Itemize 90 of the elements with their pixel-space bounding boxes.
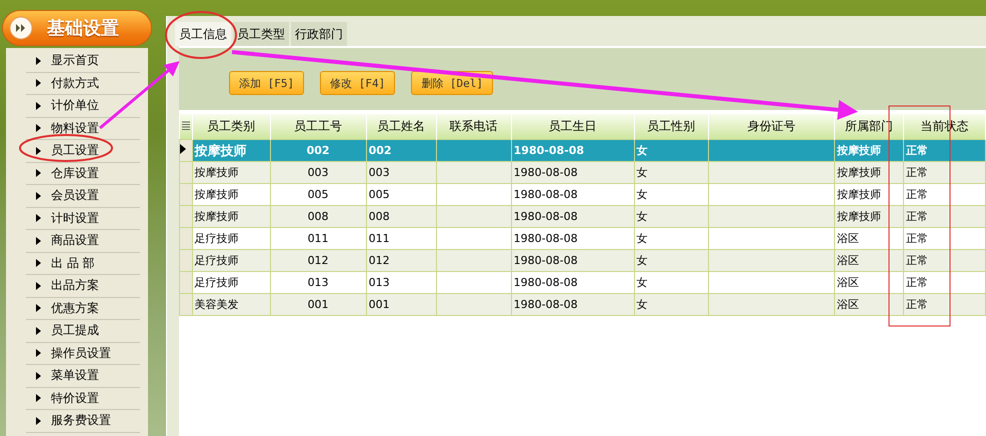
table-cell: 美容美发 xyxy=(192,294,270,316)
table-cell: 1980-08-08 xyxy=(511,206,634,228)
sidebar-item[interactable]: 特价设置 xyxy=(26,388,140,410)
table-cell: 002 xyxy=(270,140,366,162)
table-cell: 按摩技师 xyxy=(834,206,904,228)
table-cell: 浴区 xyxy=(834,294,904,316)
table-cell: 足疗技师 xyxy=(192,250,270,272)
bullet-icon xyxy=(36,169,41,178)
table-cell: 002 xyxy=(366,140,436,162)
table-cell: 001 xyxy=(366,294,436,316)
table-cell: 女 xyxy=(634,140,708,162)
bullet-icon xyxy=(36,372,41,380)
bullet-icon xyxy=(36,146,41,155)
bullet-icon xyxy=(36,79,41,88)
table-cell: 1980-08-08 xyxy=(511,162,634,184)
sidebar-item[interactable]: 会员设置 xyxy=(26,185,140,208)
toolbar-button[interactable]: 修改 [F4] xyxy=(320,71,396,95)
bullet-icon xyxy=(36,56,41,65)
bullet-icon xyxy=(36,349,41,358)
table-cell: 001 xyxy=(270,294,366,316)
table-cell: 1980-08-08 xyxy=(511,250,634,272)
sidebar-item[interactable]: 优惠方案 xyxy=(26,298,140,320)
bullet-icon xyxy=(36,124,41,132)
table-cell: 012 xyxy=(366,250,436,272)
column-header[interactable]: 员工生日 xyxy=(511,114,634,140)
bullet-icon xyxy=(36,394,41,402)
column-header[interactable]: 员工类别 xyxy=(192,114,270,140)
bullet-icon xyxy=(36,326,41,335)
table-cell: 012 xyxy=(270,250,366,272)
table-cell: 女 xyxy=(634,206,708,228)
table-cell: 女 xyxy=(634,250,708,272)
table-cell: 正常 xyxy=(903,294,986,316)
table-cell: 正常 xyxy=(903,206,986,228)
table-row[interactable]: 足疗技师 012 012 1980-08-08 女 浴区 正常 xyxy=(180,250,986,272)
expand-icon xyxy=(9,16,33,40)
sidebar-item[interactable]: 物料设置 xyxy=(26,118,140,140)
tab[interactable]: 员工信息 xyxy=(175,22,231,46)
tab[interactable]: 员工类型 xyxy=(233,22,289,46)
table-cell: 正常 xyxy=(903,162,986,184)
sidebar-item[interactable]: 员工提成 xyxy=(26,320,140,342)
table-cell: 按摩技师 xyxy=(834,140,904,162)
column-header[interactable]: 员工姓名 xyxy=(366,114,436,140)
sidebar-item[interactable]: 员工设置 xyxy=(26,140,140,162)
bullet-icon xyxy=(36,259,41,268)
sidebar-item[interactable]: 计价单位 xyxy=(26,95,140,118)
column-header[interactable]: 员工工号 xyxy=(270,114,366,140)
sidebar-title: 基础设置 xyxy=(47,17,119,40)
bullet-icon xyxy=(36,214,41,222)
sidebar-item[interactable]: 商品设置 xyxy=(26,230,140,252)
current-row-icon xyxy=(180,144,186,154)
highlight-ellipse xyxy=(165,11,237,59)
table-cell: 003 xyxy=(270,162,366,184)
table-cell: 按摩技师 xyxy=(192,206,270,228)
table-cell: 008 xyxy=(366,206,436,228)
bullet-icon xyxy=(36,304,41,312)
sidebar-item[interactable]: 出 品 部 xyxy=(26,252,140,275)
table-cell: 008 xyxy=(270,206,366,228)
list-icon xyxy=(182,120,190,130)
sidebar-item[interactable]: 显示首页 xyxy=(26,50,140,72)
column-header[interactable]: 员工性别 xyxy=(634,114,708,140)
table-cell: 正常 xyxy=(903,140,986,162)
sidebar-item[interactable]: 菜单设置 xyxy=(26,365,140,388)
sidebar-item[interactable]: 操作员设置 xyxy=(26,342,140,365)
table-row[interactable]: 按摩技师 008 008 1980-08-08 女 按摩技师 正常 xyxy=(180,206,986,228)
sidebar-item[interactable]: 计时设置 xyxy=(26,208,140,230)
table-cell: 浴区 xyxy=(834,250,904,272)
tab[interactable]: 行政部门 xyxy=(291,22,347,46)
sidebar-item[interactable]: 服务费设置 xyxy=(26,410,140,432)
table-cell: 1980-08-08 xyxy=(511,140,634,162)
sidebar-item[interactable]: 付款方式 xyxy=(26,72,140,95)
table-cell: 按摩技师 xyxy=(192,162,270,184)
bullet-icon xyxy=(36,236,41,245)
table-cell: 女 xyxy=(634,294,708,316)
bullet-icon xyxy=(36,282,41,290)
table-cell: 女 xyxy=(634,162,708,184)
column-header[interactable]: 联系电话 xyxy=(436,114,512,140)
bullet-icon xyxy=(36,192,41,200)
table-cell: 按摩技师 xyxy=(192,140,270,162)
sidebar-item[interactable]: 出品方案 xyxy=(26,275,140,298)
column-header[interactable]: 身份证号 xyxy=(708,114,834,140)
bullet-icon xyxy=(36,416,41,425)
sidebar-item[interactable]: 仓库设置 xyxy=(26,162,140,185)
table-cell: 1980-08-08 xyxy=(511,294,634,316)
table-cell: 003 xyxy=(366,162,436,184)
bullet-icon xyxy=(36,102,41,110)
toolbar-button[interactable]: 添加 [F5] xyxy=(229,71,304,95)
table-cell: 正常 xyxy=(903,250,986,272)
table-row[interactable]: 按摩技师 003 003 1980-08-08 女 按摩技师 正常 xyxy=(180,162,986,184)
table-row[interactable]: 美容美发 001 001 1980-08-08 女 浴区 正常 xyxy=(180,294,986,316)
table-cell: 按摩技师 xyxy=(834,162,904,184)
